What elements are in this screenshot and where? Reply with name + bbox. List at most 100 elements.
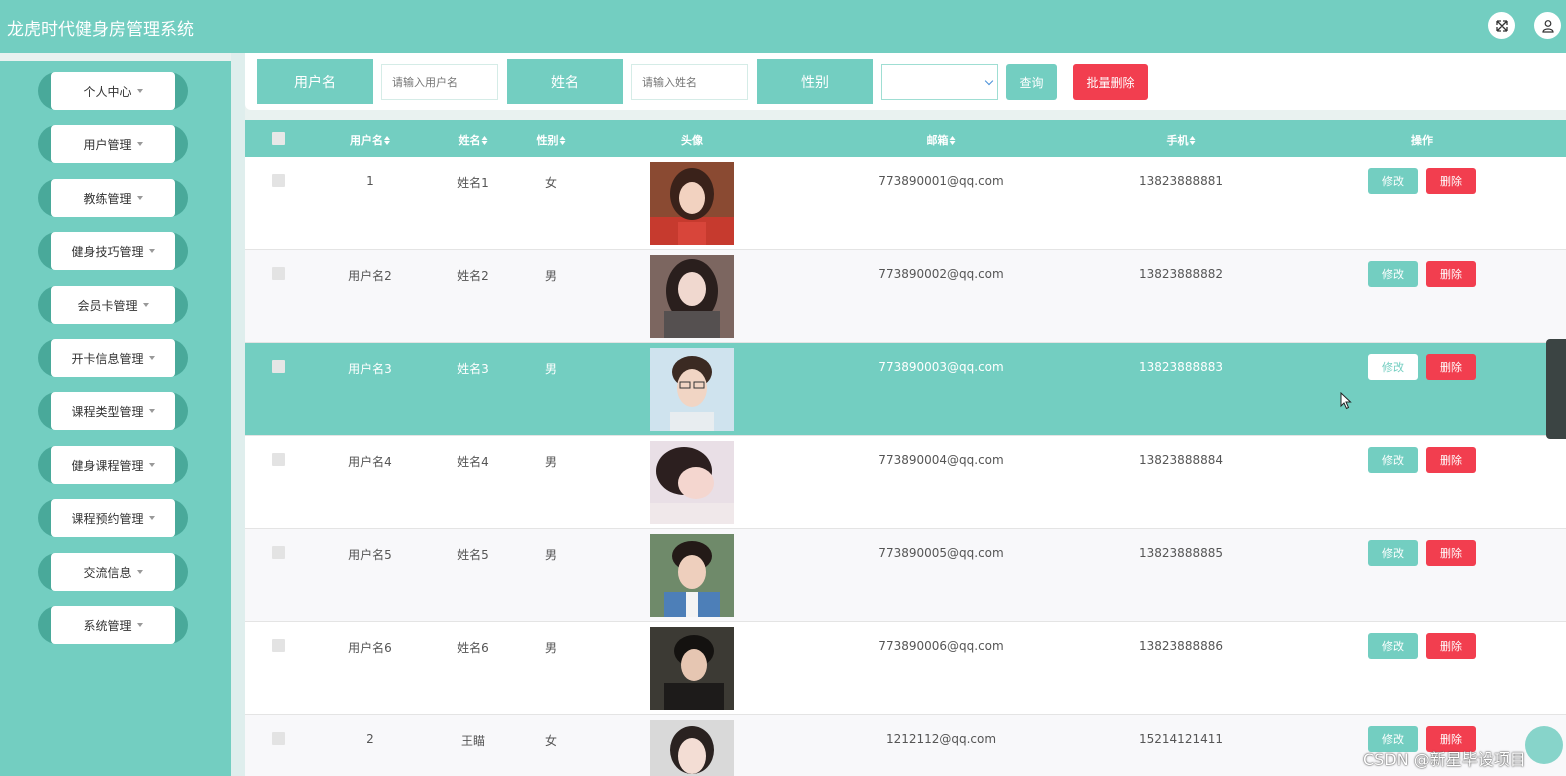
cell-phone: 13823888886 xyxy=(1139,639,1223,653)
cell-email: 773890005@qq.com xyxy=(878,546,1004,560)
edit-button[interactable]: 修改 xyxy=(1368,168,1418,194)
row-checkbox[interactable] xyxy=(272,267,285,280)
sidebar-item-label: 教练管理 xyxy=(83,191,132,206)
sort-icon[interactable] xyxy=(481,136,488,145)
column-header-name[interactable]: 姓名 xyxy=(459,132,488,148)
app-title: 龙虎时代健身房管理系统 xyxy=(7,20,194,40)
table-row[interactable]: 用户名4 姓名4 男 773890004@qq.com 13823888884 … xyxy=(245,436,1566,529)
column-header-email[interactable]: 邮箱 xyxy=(927,132,956,148)
cell-username: 用户名6 xyxy=(348,641,392,655)
sidebar-item-label: 个人中心 xyxy=(83,84,132,99)
sidebar-item-personal-center[interactable]: 个人中心 xyxy=(38,72,188,110)
cell-email: 773890006@qq.com xyxy=(878,639,1004,653)
table-row[interactable]: 用户名2 姓名2 男 773890002@qq.com 13823888882 … xyxy=(245,250,1566,343)
delete-button[interactable]: 删除 xyxy=(1426,261,1476,287)
row-checkbox[interactable] xyxy=(272,546,285,559)
sidebar-item-membership-card[interactable]: 会员卡管理 xyxy=(38,286,188,324)
delete-button[interactable]: 删除 xyxy=(1426,633,1476,659)
cell-username: 2 xyxy=(366,732,374,746)
query-button[interactable]: 查询 xyxy=(1006,64,1057,100)
caret-down-icon xyxy=(142,303,149,307)
sidebar-item-course-booking[interactable]: 课程预约管理 xyxy=(38,499,188,537)
row-checkbox[interactable] xyxy=(272,453,285,466)
caret-down-icon xyxy=(148,249,155,253)
cell-gender: 男 xyxy=(544,269,558,283)
cell-phone: 15214121411 xyxy=(1139,732,1223,746)
sidebar-item-label: 系统管理 xyxy=(83,618,132,633)
side-drawer-handle[interactable] xyxy=(1546,339,1566,439)
caret-down-icon xyxy=(148,463,155,467)
search-form: 用户名 姓名 性别 查询 批量删除 xyxy=(245,53,1566,110)
sort-icon[interactable] xyxy=(949,136,956,145)
avatar-image xyxy=(650,162,734,245)
table-row[interactable]: 用户名5 姓名5 男 773890005@qq.com 13823888885 … xyxy=(245,529,1566,622)
sidebar-item-label: 健身技巧管理 xyxy=(71,244,144,259)
cell-gender: 男 xyxy=(544,548,558,562)
caret-down-icon xyxy=(148,409,155,413)
cell-email: 1212112@qq.com xyxy=(885,732,997,746)
fullscreen-icon[interactable] xyxy=(1488,12,1515,39)
batch-delete-button[interactable]: 批量删除 xyxy=(1073,64,1148,100)
sidebar-item-course-type[interactable]: 课程类型管理 xyxy=(38,392,188,430)
column-header-username[interactable]: 用户名 xyxy=(350,132,390,148)
sort-icon[interactable] xyxy=(384,136,390,145)
sidebar-item-user-management[interactable]: 用户管理 xyxy=(38,125,188,163)
top-header: 龙虎时代健身房管理系统 xyxy=(0,0,1566,53)
sidebar-item-fitness-tips[interactable]: 健身技巧管理 xyxy=(38,232,188,270)
chevron-down-icon xyxy=(984,76,994,86)
caret-down-icon xyxy=(148,516,155,520)
row-checkbox[interactable] xyxy=(272,174,285,187)
sort-icon[interactable] xyxy=(1189,136,1196,145)
name-search-input[interactable] xyxy=(631,64,748,100)
row-checkbox[interactable] xyxy=(272,360,285,373)
cell-name: 姓名1 xyxy=(457,176,489,190)
cell-email: 773890003@qq.com xyxy=(878,360,1004,374)
row-checkbox[interactable] xyxy=(272,732,285,745)
sidebar-item-communication[interactable]: 交流信息 xyxy=(38,553,188,591)
gender-label: 性别 xyxy=(757,59,873,104)
floating-action-button[interactable] xyxy=(1525,726,1563,764)
cell-email: 773890002@qq.com xyxy=(878,267,1004,281)
table-row[interactable]: 1 姓名1 女 773890001@qq.com 13823888881 修改 … xyxy=(245,157,1566,250)
edit-button[interactable]: 修改 xyxy=(1368,633,1418,659)
avatar-image xyxy=(650,255,734,338)
cell-username: 1 xyxy=(366,174,374,188)
username-search-input[interactable] xyxy=(381,64,498,100)
edit-button[interactable]: 修改 xyxy=(1368,261,1418,287)
delete-button[interactable]: 删除 xyxy=(1426,540,1476,566)
delete-button[interactable]: 删除 xyxy=(1426,447,1476,473)
edit-button[interactable]: 修改 xyxy=(1368,447,1418,473)
cell-name: 姓名2 xyxy=(457,269,489,283)
sidebar-item-system-management[interactable]: 系统管理 xyxy=(38,606,188,644)
edit-button[interactable]: 修改 xyxy=(1368,354,1418,380)
table-row[interactable]: 用户名3 姓名3 男 773890003@qq.com 13823888883 … xyxy=(245,343,1566,436)
table-row[interactable]: 用户名6 姓名6 男 773890006@qq.com 13823888886 … xyxy=(245,622,1566,715)
sidebar-item-coach-management[interactable]: 教练管理 xyxy=(38,179,188,217)
sidebar-item-label: 交流信息 xyxy=(83,565,132,580)
cell-phone: 13823888883 xyxy=(1139,360,1223,374)
cell-name: 姓名6 xyxy=(457,641,489,655)
user-icon[interactable] xyxy=(1534,12,1561,39)
column-header-phone[interactable]: 手机 xyxy=(1167,132,1196,148)
avatar-image xyxy=(650,441,734,524)
sidebar-item-label: 课程类型管理 xyxy=(71,404,144,419)
sidebar-item-label: 用户管理 xyxy=(83,137,132,152)
select-all-checkbox[interactable] xyxy=(272,132,285,145)
sort-icon[interactable] xyxy=(559,136,566,145)
row-checkbox[interactable] xyxy=(272,639,285,652)
avatar-image xyxy=(650,627,734,710)
avatar-image xyxy=(650,534,734,617)
edit-button[interactable]: 修改 xyxy=(1368,540,1418,566)
avatar-image xyxy=(650,720,734,776)
gender-select[interactable] xyxy=(881,64,998,100)
column-header-avatar: 头像 xyxy=(681,134,703,147)
mouse-cursor-icon xyxy=(1340,391,1352,414)
sidebar-item-fitness-course[interactable]: 健身课程管理 xyxy=(38,446,188,484)
column-header-gender[interactable]: 性别 xyxy=(537,132,566,148)
caret-down-icon xyxy=(136,89,143,93)
sidebar-item-card-opening[interactable]: 开卡信息管理 xyxy=(38,339,188,377)
sidebar-item-label: 健身课程管理 xyxy=(71,458,144,473)
user-table: 用户名 姓名 性别 头像 邮箱 手机 操作 1 姓名1 女 773890001@… xyxy=(245,120,1566,776)
delete-button[interactable]: 删除 xyxy=(1426,354,1476,380)
delete-button[interactable]: 删除 xyxy=(1426,168,1476,194)
